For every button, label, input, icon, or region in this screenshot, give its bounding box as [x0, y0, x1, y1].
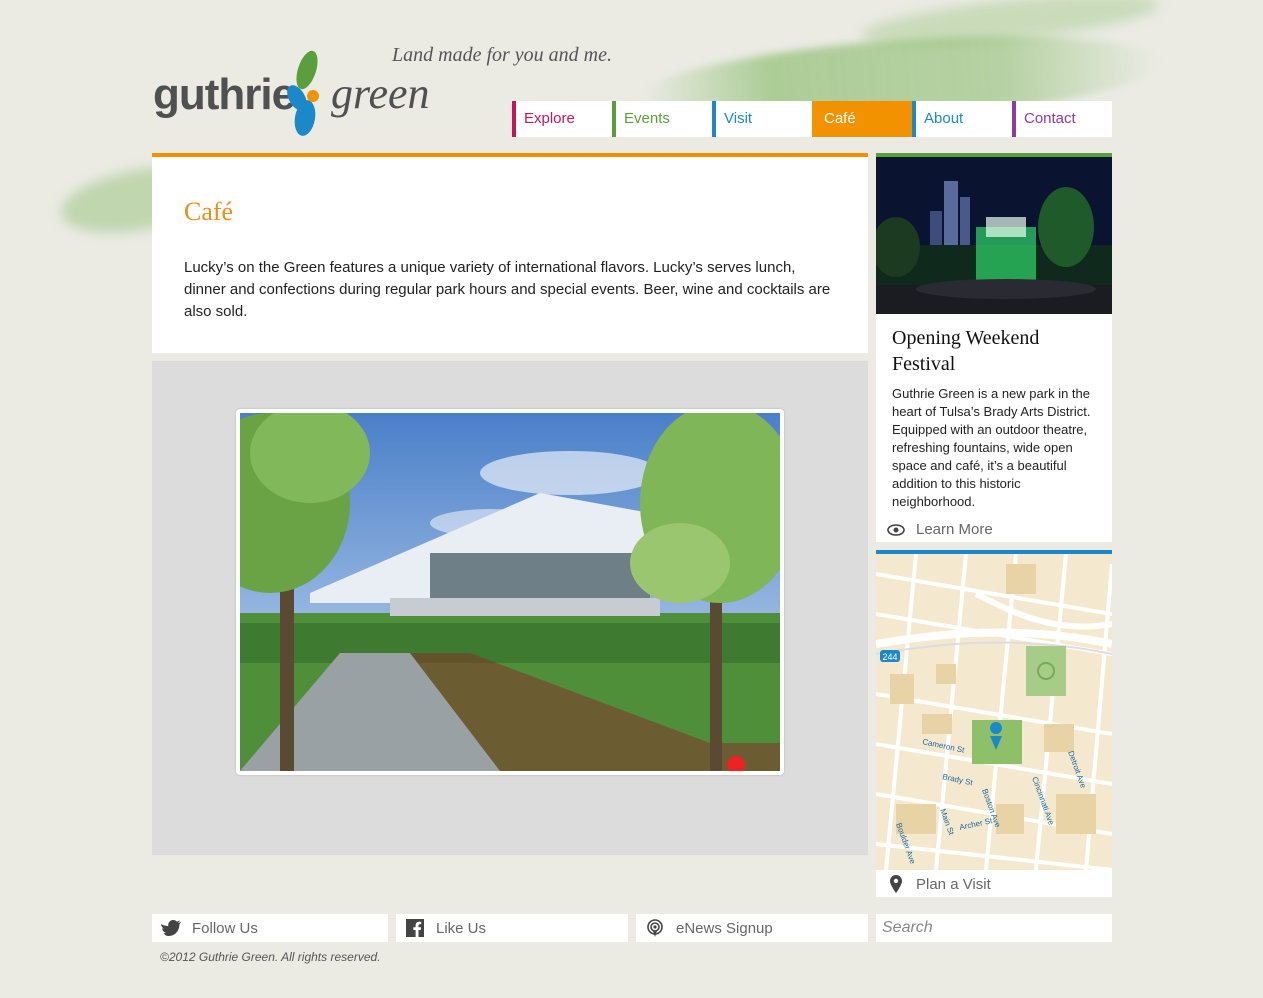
logo-leaf-icon	[287, 50, 319, 136]
eye-icon	[884, 523, 908, 536]
tagline: Land made for you and me.	[392, 44, 612, 66]
twitter-icon	[160, 920, 182, 936]
feature-title: Opening Weekend Festival	[892, 327, 1040, 375]
follow-us-button[interactable]: Follow Us	[152, 914, 388, 942]
follow-us-label: Follow Us	[192, 919, 258, 937]
broadcast-icon	[644, 919, 666, 937]
map-pin-icon	[884, 875, 908, 893]
main-nav: Explore Events Visit Café About Contact	[512, 101, 1112, 137]
intro-text: Lucky’s on the Green features a unique v…	[184, 259, 831, 320]
enews-signup-label: eNews Signup	[676, 919, 773, 937]
enews-signup-button[interactable]: eNews Signup	[636, 914, 868, 942]
nav-explore[interactable]: Explore	[512, 101, 612, 137]
logo-text-green: green	[331, 69, 430, 118]
nav-events[interactable]: Events	[612, 101, 712, 137]
image-panel	[152, 361, 868, 855]
area-map[interactable]: 244 Cameron St Brady St Main St Boston A…	[876, 554, 1112, 870]
content-card: Café Lucky’s on the Green features a uni…	[152, 153, 868, 353]
copyright: ©2012 Guthrie Green. All rights reserved…	[160, 950, 381, 964]
festival-photo	[876, 157, 1112, 314]
feature-text: Guthrie Green is a new park in the heart…	[892, 386, 1091, 509]
map-label-hwy: 244	[882, 652, 897, 662]
search-input[interactable]	[876, 914, 1112, 942]
map-card: 244 Cameron St Brady St Main St Boston A…	[876, 550, 1112, 897]
like-us-button[interactable]: Like Us	[396, 914, 628, 942]
like-us-label: Like Us	[436, 919, 487, 937]
plan-visit-link[interactable]: Plan a Visit	[884, 875, 991, 893]
logo-text-guthrie: guthrie	[153, 70, 296, 119]
plan-visit-label: Plan a Visit	[916, 875, 991, 893]
nav-cafe[interactable]: Café	[812, 101, 912, 137]
nav-about[interactable]: About	[912, 101, 1012, 137]
page-title: Café	[184, 197, 234, 226]
learn-more-label: Learn More	[916, 521, 993, 538]
feature-card: Opening Weekend Festival Guthrie Green i…	[876, 153, 1112, 542]
brush-stroke-decoration	[858, 0, 1162, 56]
learn-more-link[interactable]: Learn More	[884, 521, 993, 538]
nav-contact[interactable]: Contact	[1012, 101, 1112, 137]
facebook-icon	[404, 919, 426, 937]
cafe-rendering-image	[236, 409, 784, 775]
nav-visit[interactable]: Visit	[712, 101, 812, 137]
